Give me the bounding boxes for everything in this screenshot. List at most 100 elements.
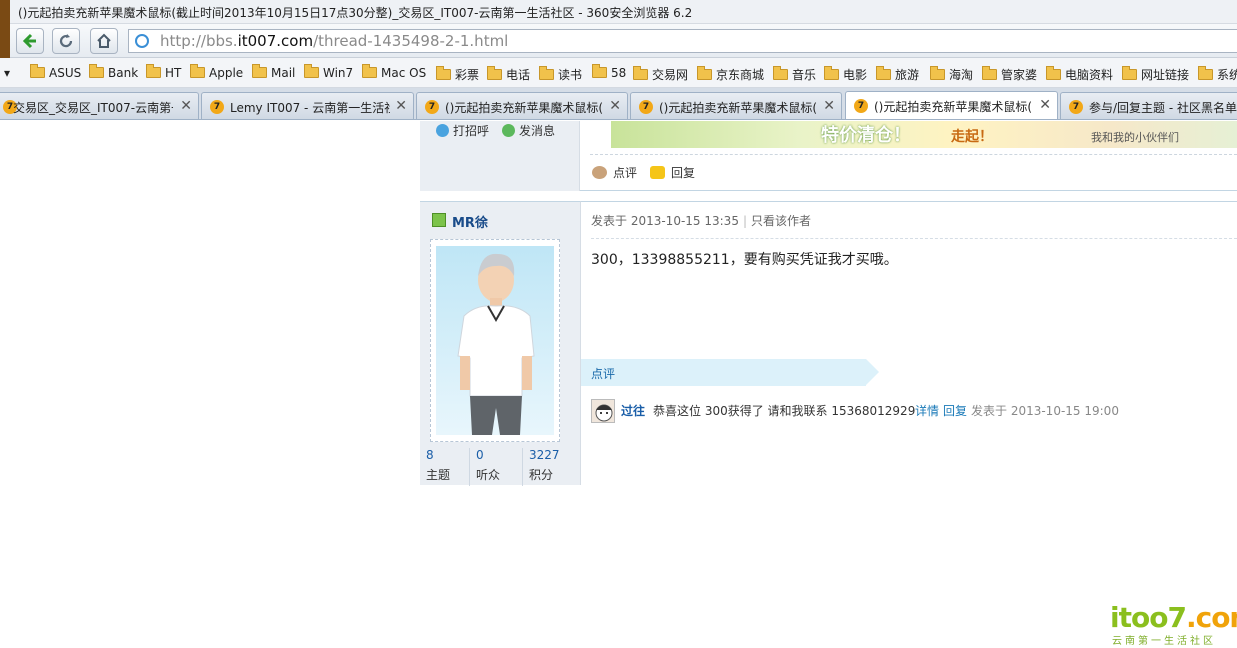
- folder-icon: [304, 64, 319, 78]
- logo-text: itoo7.com: [1110, 601, 1237, 634]
- refresh-icon: [59, 34, 73, 48]
- close-tab-icon[interactable]: ✕: [180, 98, 192, 114]
- bookmark-folder[interactable]: 管家婆: [982, 66, 1037, 83]
- tab-label: ()元起拍卖充新苹果魔术鼠标(: [445, 101, 604, 115]
- window-titlebar: ()元起拍卖充新苹果魔术鼠标(截止时间2013年10月15日17点30分整)_交…: [0, 0, 1237, 24]
- tab-reply[interactable]: 7 参与/回复主题 - 社区黑名单: [1060, 92, 1237, 119]
- bookmark-folder[interactable]: ASUS: [30, 64, 81, 80]
- stat-label: 听众: [476, 468, 501, 482]
- close-tab-icon[interactable]: ✕: [823, 98, 835, 114]
- rate-icon: [592, 166, 607, 179]
- folder-icon: [982, 66, 997, 80]
- author-name[interactable]: MR徐: [452, 212, 488, 231]
- bookmark-folder[interactable]: 系统: [1198, 66, 1237, 83]
- folder-icon: [633, 66, 648, 80]
- site-favicon-icon: 7: [854, 99, 868, 113]
- prev-post-body: 特价清仓！ 走起！ 我和我的小伙伴们 点评 回复: [580, 121, 1237, 191]
- bookmark-folder[interactable]: Bank: [89, 64, 138, 80]
- bookmark-folder[interactable]: 音乐: [773, 66, 816, 83]
- home-button[interactable]: [90, 28, 118, 54]
- tab-label: ()元起拍卖充新苹果魔术鼠标(: [874, 100, 1033, 114]
- page-content: 打招呼 发消息 特价清仓！ 走起！ 我和我的小伙伴们 点评 回复 MR徐 8 主…: [0, 121, 1237, 648]
- bookmark-folder[interactable]: HT: [146, 64, 181, 80]
- commenter-avatar[interactable]: [591, 399, 615, 423]
- bookmark-folder[interactable]: 海淘: [930, 66, 973, 83]
- site-favicon-icon: 7: [639, 100, 653, 114]
- folder-icon: [436, 66, 451, 80]
- folder-icon: [876, 66, 891, 80]
- post-meta: 发表于 2013-10-15 13:35 | 只看该作者: [591, 214, 812, 228]
- bookmarks-menu-icon[interactable]: ▾: [4, 66, 10, 80]
- close-tab-icon[interactable]: ✕: [609, 98, 621, 114]
- tab-trade-area[interactable]: 7 交易区_交易区_IT007-云南第一 ✕: [0, 92, 199, 119]
- comment-reply-link[interactable]: 回复: [943, 402, 967, 419]
- message-icon: [502, 124, 515, 137]
- stat-followers[interactable]: 0 听众: [470, 448, 523, 486]
- bookmark-folder[interactable]: Win7: [304, 64, 353, 80]
- bookmark-folder[interactable]: Mac OS: [362, 64, 426, 80]
- bookmark-folder[interactable]: 电话: [487, 66, 530, 83]
- avatar-figure-icon: [457, 253, 535, 435]
- tab-lemy[interactable]: 7 Lemy IT007 - 云南第一生活社 ✕: [201, 92, 414, 119]
- bookmark-folder[interactable]: 读书: [539, 66, 582, 83]
- tab-label: 参与/回复主题 - 社区黑名单: [1089, 101, 1237, 115]
- stat-points[interactable]: 3227 积分: [523, 448, 580, 486]
- stat-topics[interactable]: 8 主题: [420, 448, 470, 486]
- post-body: 发表于 2013-10-15 13:35 | 只看该作者 300，133988552…: [581, 201, 1237, 485]
- comment-detail-link[interactable]: 详情: [915, 402, 939, 419]
- bookmark-folder[interactable]: Apple: [190, 64, 243, 80]
- close-tab-icon[interactable]: ✕: [395, 98, 407, 114]
- banner-subtitle: 走起！: [951, 129, 993, 145]
- tab-thread-active[interactable]: 7 ()元起拍卖充新苹果魔术鼠标( ✕: [845, 91, 1058, 119]
- bookmark-folder[interactable]: 电影: [824, 66, 867, 83]
- bookmark-folder[interactable]: Mail: [252, 64, 295, 80]
- folder-icon: [146, 64, 161, 78]
- folder-icon: [697, 66, 712, 80]
- bookmark-folder[interactable]: 旅游: [876, 66, 919, 83]
- bookmark-folder[interactable]: 58: [592, 64, 626, 80]
- address-bar[interactable]: http://bbs.it007.com/thread-1435498-2-1.…: [128, 29, 1237, 53]
- post-author-sidebar: MR徐 8 主题 0 听众 3227 积分: [420, 201, 581, 486]
- browser-logo-icon: [0, 0, 10, 58]
- folder-icon: [1198, 66, 1213, 80]
- post-content: 300，13398855211，要有购买凭证我才买哦。: [591, 252, 898, 268]
- bookmark-folder[interactable]: 京东商城: [697, 66, 764, 83]
- commenter-name[interactable]: 过往: [621, 402, 645, 419]
- folder-icon: [1122, 66, 1137, 80]
- navigation-bar: http://bbs.it007.com/thread-1435498-2-1.…: [0, 24, 1237, 58]
- reply-icon: [650, 166, 665, 179]
- send-message-link[interactable]: 发消息: [502, 122, 555, 139]
- reply-button[interactable]: 回复: [650, 164, 695, 181]
- stat-label: 积分: [529, 468, 554, 482]
- bookmark-folder[interactable]: 电脑资料: [1046, 66, 1113, 83]
- folder-icon: [190, 64, 205, 78]
- comment-timestamp: 发表于 2013-10-15 19:00: [971, 404, 1119, 418]
- signature-banner: 特价清仓！ 走起！ 我和我的小伙伴们: [611, 121, 1237, 148]
- site-favicon-icon: 7: [425, 100, 439, 114]
- greet-link[interactable]: 打招呼: [436, 122, 489, 139]
- prev-post-sidebar: 打招呼 发消息: [420, 121, 580, 191]
- close-tab-icon[interactable]: ✕: [1039, 97, 1051, 113]
- tab-label: 交易区_交易区_IT007-云南第一: [13, 101, 173, 115]
- rate-section-header: 点评: [581, 359, 879, 386]
- divider: [591, 238, 1237, 239]
- only-author-link[interactable]: 只看该作者: [751, 214, 811, 228]
- rate-button[interactable]: 点评: [592, 164, 637, 181]
- bookmarks-bar: ▾ ASUS Bank HT Apple Mail Win7 Mac OS 彩票…: [0, 58, 1237, 88]
- bookmark-folder[interactable]: 彩票: [436, 66, 479, 83]
- logo-tagline: 云南第一生活社区: [1112, 636, 1216, 647]
- back-button[interactable]: [16, 28, 44, 54]
- tab-thread[interactable]: 7 ()元起拍卖充新苹果魔术鼠标( ✕: [416, 92, 628, 119]
- refresh-button[interactable]: [52, 28, 80, 54]
- stat-label: 主题: [426, 468, 451, 482]
- bookmark-folder[interactable]: 网址链接: [1122, 66, 1189, 83]
- site-globe-icon: [135, 34, 149, 48]
- avatar[interactable]: [430, 239, 560, 442]
- stat-value: 8: [426, 448, 434, 462]
- rate-section-title: 点评: [591, 367, 616, 381]
- tab-thread[interactable]: 7 ()元起拍卖充新苹果魔术鼠标( ✕: [630, 92, 842, 119]
- folder-icon: [89, 64, 104, 78]
- post-timestamp: 发表于 2013-10-15 13:35: [591, 214, 739, 228]
- bookmark-folder[interactable]: 交易网: [633, 66, 688, 83]
- folder-icon: [487, 66, 502, 80]
